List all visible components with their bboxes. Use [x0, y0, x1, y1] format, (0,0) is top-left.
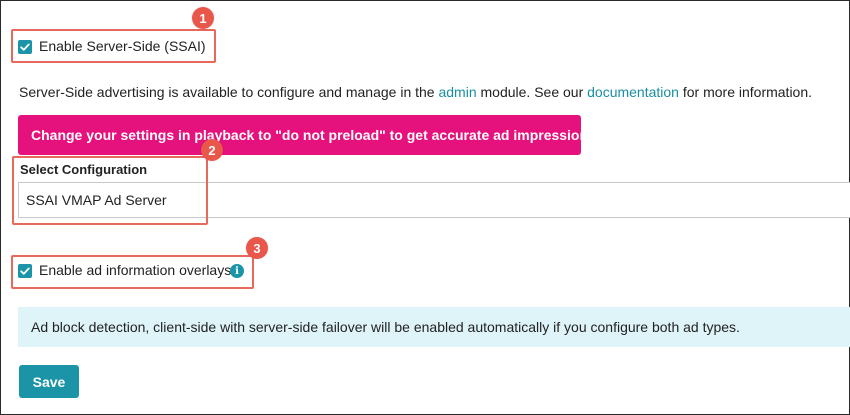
description-prefix: Server-Side advertising is available to …: [19, 84, 439, 100]
annotation-marker-1: 1: [192, 7, 214, 29]
documentation-link[interactable]: documentation: [587, 84, 679, 100]
description-middle: module. See our: [476, 84, 588, 100]
description-suffix: for more information.: [678, 84, 813, 100]
annotation-marker-2: 2: [201, 139, 223, 161]
preload-warning-banner: Change your settings in playback to "do …: [18, 115, 600, 155]
annotation-highlight-2: [12, 156, 208, 225]
annotation-highlight-3: [11, 255, 254, 289]
settings-panel: Enable Server-Side (SSAI) 1 Server-Side …: [0, 0, 850, 415]
admin-link[interactable]: admin: [438, 84, 476, 100]
annotation-highlight-1: [11, 29, 216, 63]
ad-block-notice: Ad block detection, client-side with ser…: [18, 307, 850, 347]
save-button[interactable]: Save: [19, 365, 79, 398]
annotation-marker-3: 3: [246, 237, 268, 259]
ssai-description: Server-Side advertising is available to …: [19, 84, 812, 100]
